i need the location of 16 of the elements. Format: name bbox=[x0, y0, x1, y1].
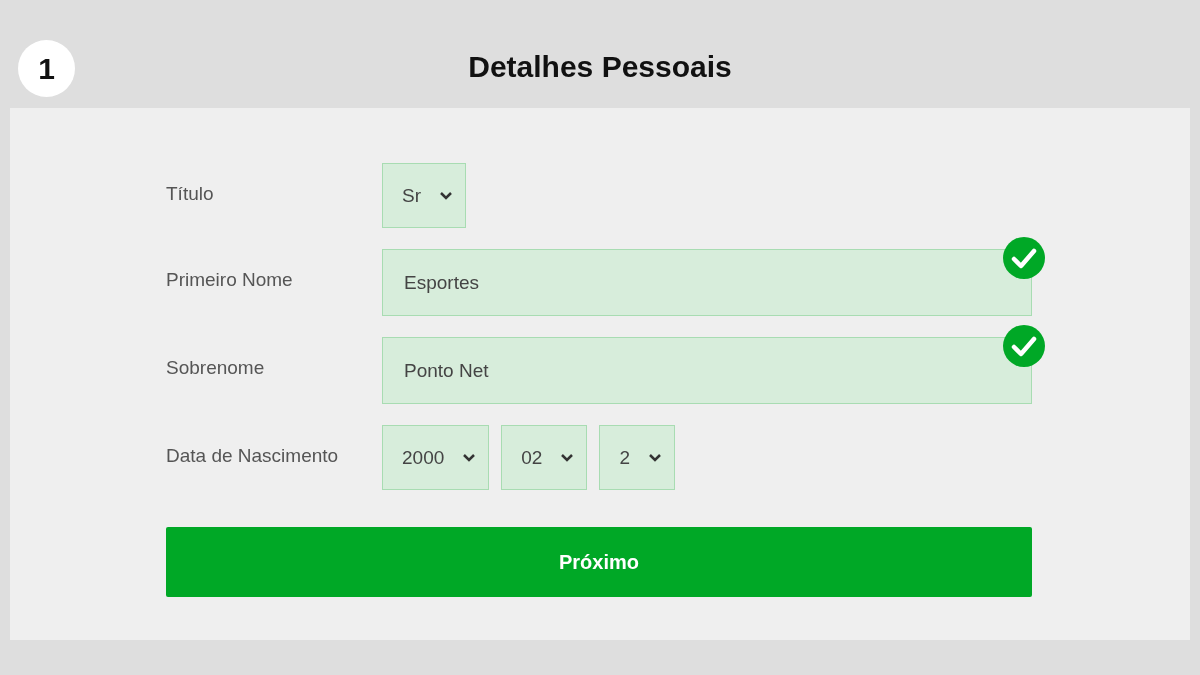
dropdown[interactable]: 2000 bbox=[382, 425, 490, 490]
dropdown[interactable]: 2 bbox=[599, 425, 675, 490]
step-number: 1 bbox=[18, 40, 75, 97]
field-label: Sobrenome bbox=[166, 356, 266, 380]
chevron-down-icon bbox=[648, 452, 662, 463]
chevron-down-icon bbox=[462, 452, 477, 463]
field-label: Título bbox=[166, 182, 215, 206]
dropdown[interactable]: 02 bbox=[501, 425, 588, 490]
text-field[interactable]: Ponto Net bbox=[382, 337, 1032, 404]
field-label: Data de Nascimento bbox=[166, 444, 340, 468]
text-field[interactable]: Esportes bbox=[382, 249, 1032, 316]
chevron-down-icon bbox=[560, 452, 575, 463]
field-label: Primeiro Nome bbox=[166, 268, 294, 292]
section-title: Detalhes Pessoais bbox=[468, 49, 732, 85]
dropdown[interactable]: Sr bbox=[382, 163, 466, 228]
chevron-down-icon bbox=[439, 190, 453, 201]
